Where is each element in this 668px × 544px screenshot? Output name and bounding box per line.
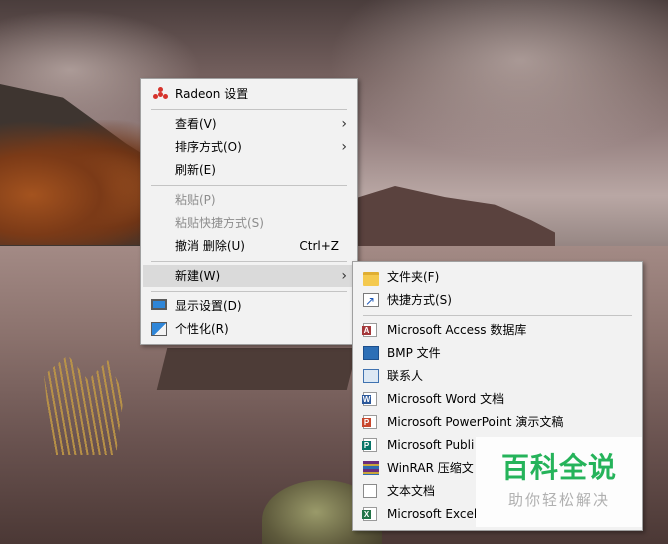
bmp-image-icon bbox=[363, 346, 379, 360]
menu-item-paste-shortcut: 粘贴快捷方式(S) bbox=[143, 212, 355, 234]
folder-icon bbox=[363, 272, 379, 286]
submenu-item-shortcut[interactable]: 快捷方式(S) bbox=[355, 289, 640, 312]
text-document-icon bbox=[363, 484, 377, 498]
submenu-item-access-database[interactable]: A Microsoft Access 数据库 bbox=[355, 319, 640, 341]
menu-item-paste: 粘贴(P) bbox=[143, 189, 355, 211]
powerpoint-icon: P bbox=[362, 415, 377, 429]
submenu-item-powerpoint[interactable]: P Microsoft PowerPoint 演示文稿 bbox=[355, 411, 640, 433]
wallpaper-pier bbox=[156, 348, 358, 390]
menu-item-label: 查看(V) bbox=[175, 117, 217, 131]
word-icon: W bbox=[362, 392, 377, 406]
wallpaper-cloud bbox=[330, 0, 668, 160]
menu-item-label: 文本文档 bbox=[387, 484, 436, 498]
menu-item-label: Microsoft Access 数据库 bbox=[387, 323, 527, 337]
submenu-item-word-document[interactable]: W Microsoft Word 文档 bbox=[355, 388, 640, 410]
watermark-subtitle: 助你轻松解决 bbox=[507, 491, 610, 509]
wallpaper-trees bbox=[0, 120, 160, 245]
publisher-icon: P bbox=[362, 438, 377, 452]
menu-item-label: 撤消 删除(U) bbox=[175, 239, 245, 253]
menu-item-label: 个性化(R) bbox=[175, 322, 229, 336]
menu-item-sort-by[interactable]: 排序方式(O) › bbox=[143, 136, 355, 158]
contact-card-icon bbox=[363, 369, 379, 383]
menu-item-label: 粘贴快捷方式(S) bbox=[175, 216, 264, 230]
desktop-context-menu: Radeon 设置 查看(V) › 排序方式(O) › 刷新(E) 粘贴(P) … bbox=[140, 78, 358, 345]
chevron-right-icon: › bbox=[341, 268, 347, 284]
excel-icon: X bbox=[362, 507, 377, 521]
display-icon bbox=[151, 299, 167, 310]
menu-item-shortcut: Ctrl+Z bbox=[299, 239, 339, 253]
menu-item-display-settings[interactable]: 显示设置(D) bbox=[143, 295, 355, 317]
menu-item-label: 快捷方式(S) bbox=[387, 293, 452, 307]
watermark-logo: 百科全说 助你轻松解决 bbox=[476, 437, 642, 527]
menu-item-label: WinRAR 压缩文 bbox=[387, 461, 474, 475]
menu-item-label: 显示设置(D) bbox=[175, 299, 242, 313]
menu-separator bbox=[363, 315, 632, 316]
chevron-right-icon: › bbox=[341, 139, 347, 155]
personalize-icon bbox=[151, 322, 167, 336]
menu-item-label: 粘贴(P) bbox=[175, 193, 216, 207]
menu-item-undo-delete[interactable]: 撤消 删除(U) Ctrl+Z bbox=[143, 235, 355, 257]
menu-item-label: Radeon 设置 bbox=[175, 87, 249, 101]
menu-separator bbox=[151, 109, 347, 110]
chevron-right-icon: › bbox=[341, 116, 347, 132]
shortcut-icon bbox=[363, 290, 379, 312]
menu-item-personalize[interactable]: 个性化(R) bbox=[143, 318, 355, 340]
menu-item-label: 排序方式(O) bbox=[175, 140, 242, 154]
menu-item-label: 刷新(E) bbox=[175, 163, 216, 177]
winrar-icon bbox=[363, 461, 379, 475]
menu-item-label: 新建(W) bbox=[175, 269, 221, 283]
access-icon: A bbox=[362, 323, 377, 337]
menu-item-label: 联系人 bbox=[387, 369, 424, 383]
wallpaper-mountain bbox=[355, 186, 555, 248]
menu-item-label: Microsoft Publi bbox=[387, 438, 475, 452]
menu-item-view[interactable]: 查看(V) › bbox=[143, 113, 355, 135]
menu-item-label: BMP 文件 bbox=[387, 346, 441, 360]
submenu-item-folder[interactable]: 文件夹(F) bbox=[355, 266, 640, 288]
menu-item-label: 文件夹(F) bbox=[387, 270, 440, 284]
submenu-item-contact[interactable]: 联系人 bbox=[355, 365, 640, 387]
menu-separator bbox=[151, 261, 347, 262]
menu-item-new[interactable]: 新建(W) › bbox=[143, 265, 355, 287]
menu-item-radeon-settings[interactable]: Radeon 设置 bbox=[143, 83, 355, 105]
submenu-item-bmp-file[interactable]: BMP 文件 bbox=[355, 342, 640, 364]
watermark-title: 百科全说 bbox=[500, 451, 617, 484]
menu-item-label: Microsoft Word 文档 bbox=[387, 392, 505, 406]
menu-item-label: Microsoft Excel bbox=[387, 507, 478, 521]
menu-separator bbox=[151, 185, 347, 186]
menu-item-label: Microsoft PowerPoint 演示文稿 bbox=[387, 415, 564, 429]
menu-separator bbox=[151, 291, 347, 292]
menu-item-refresh[interactable]: 刷新(E) bbox=[143, 159, 355, 181]
radeon-icon bbox=[153, 87, 169, 101]
